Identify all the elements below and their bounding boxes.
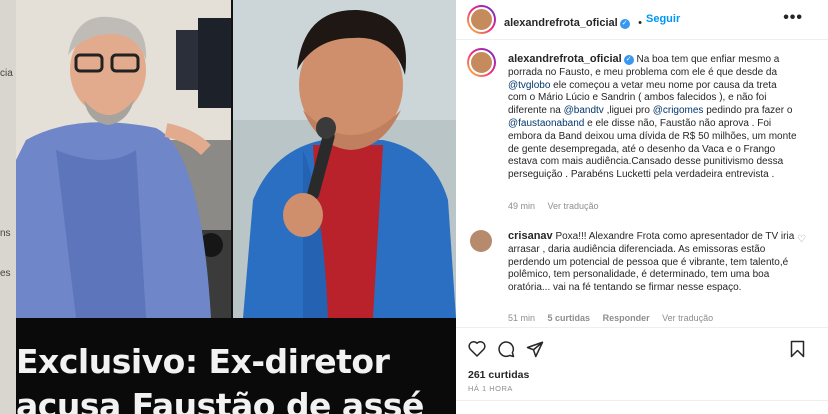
headline-line-1: Exclusivo: Ex-diretor — [16, 342, 390, 381]
photo-ex-director — [16, 0, 231, 318]
side-fragment: cia — [0, 68, 13, 79]
post-image[interactable]: cia ns es Exclusivo: Ex-diretor acusa Fa… — [0, 0, 456, 414]
caption-username[interactable]: alexandrefrota_oficial — [508, 53, 622, 65]
caption-avatar — [469, 50, 494, 75]
comment-username[interactable]: crisanav — [508, 230, 553, 242]
like-heart-icon[interactable] — [468, 340, 486, 357]
divider — [456, 400, 828, 401]
comment-meta: 51 min 5 curtidas Responder Ver tradução — [508, 313, 723, 323]
comment-time: 51 min — [508, 313, 536, 323]
avatar-ring[interactable] — [467, 5, 496, 34]
header-username-row: alexandrefrota_oficial ✓ • — [504, 13, 646, 31]
follow-button[interactable]: Seguir — [646, 13, 680, 25]
action-bar — [456, 336, 828, 362]
verified-badge-icon: ✓ — [619, 19, 630, 29]
comment-likes-link[interactable]: 5 curtidas — [548, 313, 591, 323]
dot-separator: • — [638, 17, 643, 29]
comment-bubble-icon[interactable] — [497, 340, 515, 358]
comment-translate-link[interactable]: Ver tradução — [662, 313, 713, 323]
post-side-panel: alexandrefrota_oficial ✓ • Seguir ••• ale… — [456, 0, 828, 414]
mention-link[interactable]: @tvglobo — [508, 80, 550, 91]
caption-time: 49 min — [508, 201, 536, 211]
mention-link[interactable]: @bandtv — [564, 105, 604, 116]
caption-text: alexandrefrota_oficial ✓ Na boa tem que e… — [508, 53, 798, 182]
caption-part: pedindo pra fazer o — [703, 105, 793, 117]
headline-banner: Exclusivo: Ex-diretor acusa Faustão de a… — [16, 318, 456, 414]
verified-badge-icon: ✓ — [623, 55, 634, 65]
post-timestamp: HÁ 1 HORA — [468, 384, 513, 393]
comment-like-heart-icon[interactable]: ♡ — [797, 234, 806, 245]
headline-line-2: acusa Faustão de assé — [16, 386, 424, 414]
mention-link[interactable]: @faustaonaband — [508, 118, 584, 129]
header-username[interactable]: alexandrefrota_oficial — [504, 17, 618, 29]
commenter-avatar[interactable] — [470, 230, 492, 252]
bookmark-icon[interactable] — [790, 340, 805, 358]
comment-text: crisanav Poxa!!! Alexandre Frota como ap… — [508, 230, 798, 295]
post-likes-count[interactable]: 261 curtidas — [468, 369, 529, 381]
side-fragment: es — [0, 268, 11, 279]
caption-translate-link[interactable]: Ver tradução — [548, 201, 599, 211]
caption-meta: 49 min Ver tradução — [508, 201, 609, 211]
post-header: alexandrefrota_oficial ✓ • Seguir ••• — [456, 0, 828, 40]
caption-part: ,liguei pro — [603, 105, 653, 117]
photo-faustao — [233, 0, 456, 318]
share-send-icon[interactable] — [526, 340, 544, 358]
caption-avatar-ring[interactable] — [467, 48, 496, 77]
more-options-icon[interactable]: ••• — [783, 9, 803, 27]
divider — [456, 327, 828, 328]
side-fragment: ns — [0, 228, 11, 239]
mention-link[interactable]: @crigomes — [653, 105, 704, 116]
reply-button[interactable]: Responder — [603, 313, 650, 323]
background-page-strip: cia ns es — [0, 0, 16, 414]
avatar — [469, 7, 494, 32]
